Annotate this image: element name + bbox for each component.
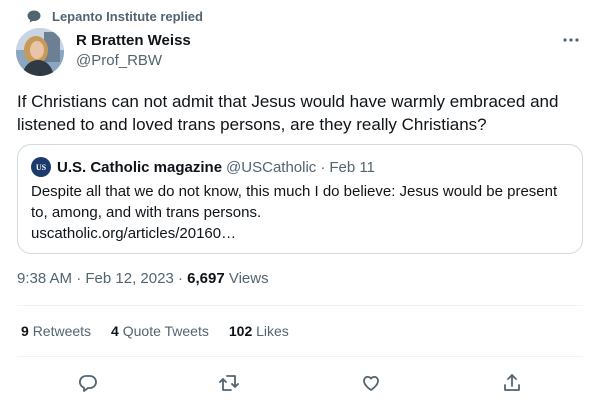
- engagement-stats: 9 Retweets 4 Quote Tweets 102 Likes: [21, 323, 309, 339]
- quoted-body: Despite all that we do not know, this mu…: [31, 183, 558, 221]
- meta-separator: ·: [76, 270, 82, 287]
- tweet-text: If Christians can not admit that Jesus w…: [17, 92, 559, 134]
- quoted-link[interactable]: uscatholic.org/articles/20160…: [31, 223, 571, 244]
- quoted-author-handle[interactable]: @USCatholic: [226, 159, 316, 176]
- likes-count: 102: [228, 323, 253, 339]
- retweets-count: 9: [21, 323, 29, 339]
- svg-text:US: US: [36, 163, 47, 172]
- meta-separator: ·: [177, 270, 183, 287]
- author-name[interactable]: R Bratten Weiss: [76, 32, 191, 49]
- quoted-date[interactable]: Feb 11: [329, 159, 375, 176]
- action-bar: [17, 370, 583, 396]
- reply-icon[interactable]: [75, 370, 101, 396]
- likes-label: Likes: [256, 323, 289, 339]
- quoted-avatar[interactable]: US: [31, 157, 51, 177]
- quote-tweets-stat[interactable]: 4 Quote Tweets: [111, 323, 209, 339]
- views-count: 6,697: [187, 270, 225, 287]
- retweets-label: Retweets: [32, 323, 92, 339]
- quoted-text: Despite all that we do not know, this mu…: [31, 181, 571, 244]
- tweet-date[interactable]: Feb 12, 2023: [85, 270, 173, 287]
- avatar[interactable]: [16, 28, 64, 76]
- quotes-count: 4: [111, 323, 119, 339]
- retweets-stat[interactable]: 9 Retweets: [21, 323, 91, 339]
- reply-context-text[interactable]: Lepanto Institute replied: [52, 9, 203, 24]
- quoted-tweet[interactable]: US U.S. Catholic magazine @USCatholic · …: [17, 144, 583, 254]
- quoted-author-name[interactable]: U.S. Catholic magazine: [57, 159, 222, 176]
- quotes-label: Quote Tweets: [122, 323, 209, 339]
- likes-stat[interactable]: 102 Likes: [229, 323, 289, 339]
- quoted-separator: ·: [320, 158, 326, 176]
- divider: [17, 305, 583, 306]
- views-label: Views: [228, 270, 269, 287]
- author-handle[interactable]: @Prof_RBW: [76, 52, 162, 69]
- retweet-icon[interactable]: [216, 370, 242, 396]
- tweet-time[interactable]: 9:38 AM: [17, 270, 72, 287]
- more-options-icon[interactable]: [560, 30, 582, 50]
- divider: [17, 356, 583, 357]
- reply-context: Lepanto Institute replied: [26, 8, 203, 24]
- like-icon[interactable]: [358, 370, 384, 396]
- tweet-meta: 9:38 AM · Feb 12, 2023 · 6,697 Views: [17, 270, 269, 287]
- share-icon[interactable]: [499, 370, 525, 396]
- speech-bubble-icon: [26, 8, 42, 24]
